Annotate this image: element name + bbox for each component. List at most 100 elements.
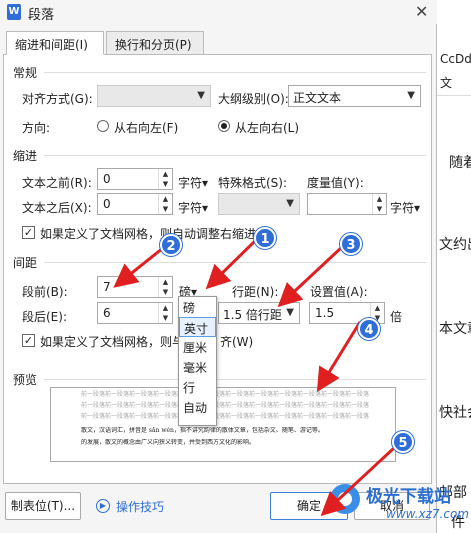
special-format-select[interactable]: ▼ xyxy=(218,193,300,215)
indent-before-unit[interactable]: 字符▾ xyxy=(178,174,208,191)
indent-before-stepper[interactable]: 0 ▲ ▼ xyxy=(97,168,173,190)
unit-option-cm[interactable]: 厘米 xyxy=(179,337,216,357)
setting-value-label: 设置值(A): xyxy=(310,285,368,299)
tab-line-page-breaks[interactable]: 换行和分页(P) xyxy=(106,31,204,55)
spacing-before-stepper[interactable]: 7 ▲ ▼ xyxy=(97,276,173,298)
unit-option-inch[interactable]: 英寸 xyxy=(179,317,216,337)
section-divider xyxy=(44,72,426,73)
step-badge-5: 5 xyxy=(392,431,414,453)
snap-to-grid-label-suffix: 齐(W) xyxy=(220,335,254,349)
paragraph-preview: 前一段落前一段落前一段落前一段落前一段落前一段落前一段落前一段落前一段落前一段落… xyxy=(50,387,396,462)
auto-adjust-right-indent-checkbox[interactable]: ✓ xyxy=(22,226,35,239)
line-spacing-select[interactable]: 1.5 倍行距 ▼ xyxy=(218,302,300,324)
chevron-down-icon: ▼ xyxy=(286,307,294,318)
stepper-buttons[interactable]: ▲ ▼ xyxy=(372,194,386,214)
wps-writer-icon: W xyxy=(7,4,21,20)
increment-icon[interactable]: ▲ xyxy=(159,194,172,204)
stepper-buttons[interactable]: ▲ ▼ xyxy=(158,194,172,214)
stepper-buttons[interactable]: ▲ ▼ xyxy=(158,303,172,323)
unit-option-auto[interactable]: 自动 xyxy=(179,397,216,417)
indent-after-stepper[interactable]: 0 ▲ ▼ xyxy=(97,193,173,215)
spacing-after-stepper[interactable]: 6 ▲ ▼ xyxy=(97,302,173,324)
preview-current-paragraph: 的发展，散文的概念由广义向狭义转变，并受到西方文化的影响。 xyxy=(81,439,256,446)
bg-doc-snippet: 随着 xyxy=(449,155,471,171)
section-preview-label: 预览 xyxy=(13,373,38,387)
unit-option-pound[interactable]: 磅 xyxy=(179,297,216,317)
increment-icon[interactable]: ▲ xyxy=(159,303,172,313)
setting-value-unit: 倍 xyxy=(390,310,403,324)
increment-icon[interactable]: ▲ xyxy=(159,277,172,287)
paragraph-dialog: W 段落 ✕ 缩进和间距(I) 换行和分页(P) 常规 对齐方式(G): ▼ 大… xyxy=(0,0,437,533)
spacing-before-value: 7 xyxy=(103,280,111,294)
direction-label: 方向: xyxy=(22,121,51,135)
background-document: CcDd 文 随着 文约出 本文章 快社会 邮部 件 xyxy=(437,0,471,533)
outline-level-label: 大纲级别(O): xyxy=(218,92,289,106)
indent-before-label: 文本之前(R): xyxy=(22,176,92,190)
indent-after-value: 0 xyxy=(103,197,111,211)
measure-unit[interactable]: 字符▾ xyxy=(390,199,420,216)
dialog-title: 段落 xyxy=(28,8,55,23)
outline-level-value: 正文文本 xyxy=(293,91,342,105)
ltr-radio[interactable] xyxy=(218,120,230,132)
tips-link[interactable]: 操作技巧 xyxy=(116,498,164,515)
decrement-icon[interactable]: ▼ xyxy=(159,287,172,297)
unit-option-mm[interactable]: 毫米 xyxy=(179,357,216,377)
spacing-after-value: 6 xyxy=(103,306,111,320)
section-divider xyxy=(44,379,426,380)
setting-value: 1.5 xyxy=(315,306,335,320)
bg-doc-snippet: 文约出 xyxy=(439,237,471,253)
decrement-icon[interactable]: ▼ xyxy=(159,179,172,189)
auto-adjust-right-indent-label: 如果定义了文档网格，则自动调整右缩进 xyxy=(40,227,257,241)
title-bar: W 段落 ✕ xyxy=(0,0,437,24)
snap-to-grid-checkbox[interactable]: ✓ xyxy=(22,334,35,347)
indent-before-value: 0 xyxy=(103,172,111,186)
decrement-icon[interactable]: ▼ xyxy=(373,204,386,214)
ltr-label: 从左向右(L) xyxy=(235,121,300,135)
preview-previous-paragraph: 前一段落前一段落前一段落前一段落前一段落前一段落前一段落前一段落前一段落前一段落… xyxy=(81,413,370,420)
rtl-label: 从右向左(F) xyxy=(114,121,179,135)
spacing-after-label: 段后(E): xyxy=(22,310,67,324)
section-spacing-label: 间距 xyxy=(13,256,38,270)
site-watermark: 极光下载站 www.xz7.com xyxy=(330,480,470,530)
bg-doc-divider xyxy=(437,95,471,96)
indent-after-label: 文本之后(X): xyxy=(22,201,92,215)
rtl-radio[interactable] xyxy=(97,120,109,132)
alignment-select[interactable]: ▼ xyxy=(97,85,211,107)
step-badge-4: 4 xyxy=(358,318,380,340)
measure-label: 度量值(Y): xyxy=(307,176,364,190)
close-icon[interactable]: ✕ xyxy=(415,2,428,21)
section-divider xyxy=(44,262,426,263)
preview-previous-paragraph: 前一段落前一段落前一段落前一段落前一段落前一段落前一段落前一段落前一段落前一段落… xyxy=(81,402,370,409)
outline-level-select[interactable]: 正文文本 ▼ xyxy=(288,85,421,107)
increment-icon[interactable]: ▲ xyxy=(159,169,172,179)
watermark-url: www.xz7.com xyxy=(386,507,469,521)
spacing-before-label: 段前(B): xyxy=(22,285,68,299)
increment-icon[interactable]: ▲ xyxy=(373,194,386,204)
section-indent-label: 缩进 xyxy=(13,149,38,163)
chevron-down-icon: ▼ xyxy=(286,198,294,209)
site-logo-icon xyxy=(330,484,360,514)
chevron-down-icon: ▼ xyxy=(407,90,415,101)
decrement-icon[interactable]: ▼ xyxy=(159,313,172,323)
unit-option-line[interactable]: 行 xyxy=(179,377,216,397)
section-divider xyxy=(44,155,426,156)
step-badge-1: 1 xyxy=(254,227,276,249)
bg-doc-snippet: 文 xyxy=(440,76,453,90)
increment-icon[interactable]: ▲ xyxy=(371,303,384,313)
tab-indent-spacing[interactable]: 缩进和间距(I) xyxy=(6,31,104,55)
line-spacing-label: 行距(N): xyxy=(232,285,279,299)
tab-stops-button[interactable]: 制表位(T)... xyxy=(5,492,81,520)
preview-previous-paragraph: 前一段落前一段落前一段落前一段落前一段落前一段落前一段落前一段落前一段落前一段落… xyxy=(81,391,370,398)
preview-current-paragraph: 散文，汉语词汇，拼音是 sǎn wén，指不讲究韵律的散体文章，包括杂文、随笔、… xyxy=(81,427,324,434)
step-badge-2: 2 xyxy=(160,234,182,256)
decrement-icon[interactable]: ▼ xyxy=(159,204,172,214)
measure-stepper[interactable]: ▲ ▼ xyxy=(307,193,387,215)
stepper-buttons[interactable]: ▲ ▼ xyxy=(158,277,172,297)
play-icon[interactable]: ▶ xyxy=(96,499,110,513)
chevron-down-icon: ▼ xyxy=(197,90,205,101)
bg-doc-snippet: CcDd xyxy=(440,52,471,66)
alignment-label: 对齐方式(G): xyxy=(22,92,93,106)
line-spacing-value: 1.5 倍行距 xyxy=(223,308,282,322)
indent-after-unit[interactable]: 字符▾ xyxy=(178,199,208,216)
stepper-buttons[interactable]: ▲ ▼ xyxy=(158,169,172,189)
